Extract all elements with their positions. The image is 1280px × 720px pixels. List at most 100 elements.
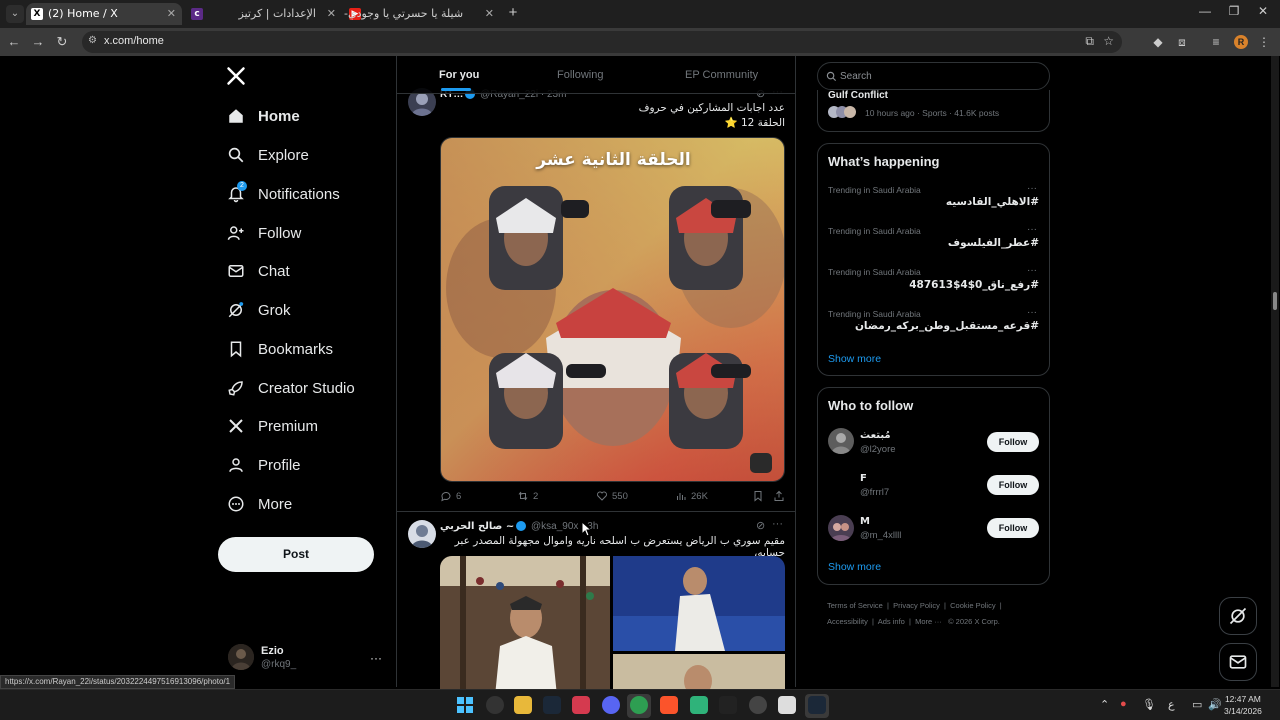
avatar[interactable]: [228, 644, 254, 670]
browser-profile-avatar[interactable]: R: [1234, 35, 1248, 49]
trending-event-card[interactable]: Gulf Conflict 10 hours ago · Sports · 41…: [817, 90, 1050, 132]
follow-button[interactable]: Follow: [987, 432, 1039, 452]
tab-youtube[interactable]: ▶ شيلة يا حسرتي يا وجودي- علي ح ✕: [344, 3, 500, 42]
tab-search-button[interactable]: ⌄: [6, 5, 24, 23]
tab-following[interactable]: Following: [557, 69, 603, 81]
nav-grok[interactable]: Grok: [226, 296, 291, 324]
tray-app-icon[interactable]: ●: [1120, 698, 1127, 710]
maximize-icon[interactable]: ❐: [1224, 4, 1244, 18]
footer-link[interactable]: Ads info: [878, 617, 905, 626]
nav-home[interactable]: Home: [226, 102, 300, 130]
x-logo-icon[interactable]: [226, 66, 246, 92]
microphone-icon[interactable]: 🎙: [1142, 698, 1156, 711]
steam-active-icon[interactable]: [808, 696, 826, 714]
more-icon[interactable]: ···: [1027, 265, 1037, 276]
footer-link[interactable]: More ···: [915, 617, 942, 626]
nav-chat[interactable]: Chat: [226, 257, 290, 285]
more-icon[interactable]: ···: [772, 518, 783, 530]
system-clock[interactable]: 12:47 AM 3/14/2026: [1224, 693, 1262, 717]
nav-profile[interactable]: Profile: [226, 451, 301, 479]
nav-premium[interactable]: Premium: [226, 412, 318, 440]
more-icon[interactable]: ···: [1027, 224, 1037, 235]
tab-for-you[interactable]: For you: [439, 69, 479, 81]
tweet-author[interactable]: صالح الحربي ~: [440, 521, 514, 532]
nav-follow[interactable]: Follow: [226, 219, 301, 247]
app-circle-icon[interactable]: [749, 696, 767, 714]
chrome-icon[interactable]: [630, 696, 648, 714]
repost-button[interactable]: 2: [517, 490, 538, 502]
bookmark-button[interactable]: [752, 490, 764, 502]
avatar[interactable]: [828, 515, 854, 541]
show-more-link[interactable]: Show more: [828, 561, 881, 573]
extensions-puzzle-icon[interactable]: ⧈: [1174, 34, 1190, 50]
share-button[interactable]: [773, 490, 785, 502]
x-app-icon[interactable]: [719, 696, 737, 714]
nav-explore[interactable]: Explore: [226, 141, 309, 169]
scrollbar-thumb[interactable]: [1273, 292, 1277, 310]
bookmark-star-icon[interactable]: ☆: [1103, 34, 1114, 48]
new-tab-button[interactable]: +: [505, 4, 521, 22]
nav-more[interactable]: More: [226, 490, 292, 518]
volume-icon[interactable]: 🔊: [1208, 698, 1222, 711]
language-icon[interactable]: ع: [1168, 698, 1175, 711]
tab-ep-community[interactable]: EP Community: [685, 69, 758, 81]
avatar[interactable]: [828, 471, 854, 497]
tray-expand-icon[interactable]: ⌃: [1100, 698, 1109, 711]
file-explorer-icon[interactable]: [514, 696, 532, 714]
browser-menu-icon[interactable]: ⋮: [1256, 34, 1272, 50]
trend-item[interactable]: #عطر_الفيلسوف: [948, 237, 1039, 249]
more-icon[interactable]: ···: [1027, 307, 1037, 318]
start-menu-icon[interactable]: [456, 696, 474, 714]
trend-item[interactable]: #قرعه_مستقبل_وطن_بركه_رمضان: [855, 320, 1039, 332]
follow-button[interactable]: Follow: [987, 518, 1039, 538]
install-app-icon[interactable]: ⧉: [1085, 34, 1094, 49]
page-scrollbar[interactable]: [1271, 56, 1279, 687]
post-button[interactable]: Post: [218, 537, 374, 572]
grok-action-icon[interactable]: ⊘: [756, 519, 765, 532]
user-name[interactable]: F: [860, 473, 867, 484]
reply-button[interactable]: 6: [440, 490, 461, 502]
network-icon[interactable]: ▭: [1192, 698, 1202, 711]
media-control-icon[interactable]: ≡: [1208, 34, 1224, 50]
footer-link[interactable]: Accessibility: [827, 617, 868, 626]
extension-diamond-icon[interactable]: ◆: [1150, 34, 1166, 50]
app-white-icon[interactable]: [778, 696, 796, 714]
like-button[interactable]: 550: [596, 490, 628, 502]
user-name[interactable]: مُبتعث: [860, 430, 891, 441]
settings-gear-icon[interactable]: [486, 696, 504, 714]
steam-icon[interactable]: [543, 696, 561, 714]
messages-floating-button[interactable]: [1219, 643, 1257, 681]
tweet-image[interactable]: الحلقة الثانية عشر: [440, 137, 785, 482]
trend-item[interactable]: #الاهلي_القادسيه: [946, 196, 1039, 208]
brave-icon[interactable]: [660, 696, 678, 714]
nav-bookmarks[interactable]: Bookmarks: [226, 335, 333, 363]
back-icon[interactable]: ←: [6, 34, 22, 50]
app-green-icon[interactable]: [690, 696, 708, 714]
close-window-icon[interactable]: ✕: [1253, 4, 1273, 18]
follow-button[interactable]: Follow: [987, 475, 1039, 495]
url-field[interactable]: ⚙ x.com/home ⧉ ☆: [82, 31, 1122, 53]
avatar[interactable]: [828, 428, 854, 454]
views-button[interactable]: 26K: [675, 490, 708, 502]
footer-link[interactable]: Terms of Service: [827, 601, 883, 610]
discord-icon[interactable]: [602, 696, 620, 714]
footer-link[interactable]: Privacy Policy: [893, 601, 940, 610]
site-info-icon[interactable]: ⚙: [88, 35, 97, 46]
app-a-icon[interactable]: [572, 696, 590, 714]
close-tab-icon[interactable]: ✕: [327, 3, 336, 25]
avatar[interactable]: [408, 520, 436, 548]
minimize-icon[interactable]: —: [1195, 4, 1215, 18]
tab-settings[interactable]: c الإعدادات | كرتيز ✕: [186, 3, 342, 25]
nav-creator-studio[interactable]: Creator Studio: [226, 374, 355, 402]
reload-icon[interactable]: ↻: [54, 34, 70, 50]
nav-notifications[interactable]: 2 Notifications: [226, 180, 340, 208]
forward-icon[interactable]: →: [30, 34, 46, 50]
show-more-link[interactable]: Show more: [828, 353, 881, 365]
tweet-image[interactable]: [440, 556, 785, 696]
trend-item[interactable]: #رفع_ناق_0$4$487613: [909, 279, 1039, 291]
tab-home-x[interactable]: X (2) Home / X ✕: [26, 3, 182, 25]
more-icon[interactable]: ···: [1027, 183, 1037, 194]
search-input[interactable]: Search: [817, 62, 1050, 90]
user-name[interactable]: M: [860, 516, 870, 527]
close-tab-icon[interactable]: ✕: [485, 3, 494, 25]
